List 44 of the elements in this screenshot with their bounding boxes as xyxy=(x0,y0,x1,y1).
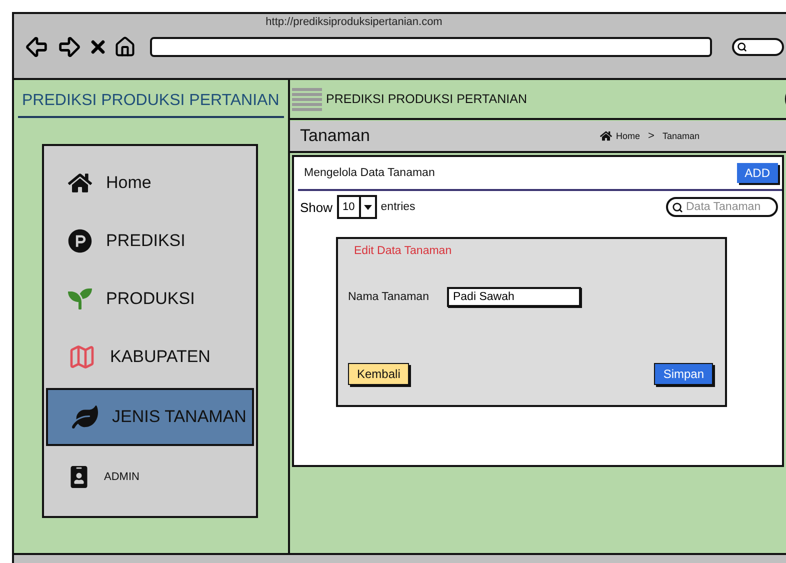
badge-icon xyxy=(68,466,90,488)
search-icon xyxy=(737,42,747,52)
field-label: Nama Tanaman xyxy=(348,291,429,303)
sidebar-item[interactable]: PRODUKSI xyxy=(44,270,256,328)
sidebar-item[interactable]: PREDIKSI xyxy=(44,212,256,270)
breadcrumb-link[interactable]: Home xyxy=(616,131,640,141)
breadcrumb-link[interactable]: Tanaman xyxy=(662,131,700,141)
sidebar-label: Home xyxy=(106,173,152,193)
url-text: http://prediksiproduksipertanian.com xyxy=(264,16,444,28)
input-field[interactable]: Padi Sawah xyxy=(446,287,581,307)
sidebar-item[interactable]: KABUPATEN xyxy=(44,328,256,386)
sidebar-label: PRODUKSI xyxy=(106,289,195,309)
dialog-title: Edit Data Tanaman xyxy=(354,245,453,257)
page-title: Tanaman xyxy=(300,126,371,146)
map-icon xyxy=(68,343,96,371)
breadcrumb-separator: > xyxy=(648,130,654,142)
sidebar-item[interactable]: ADMIN xyxy=(44,448,256,506)
home-icon[interactable] xyxy=(114,36,136,58)
panel-title: Mengelola Data Tanaman xyxy=(304,167,435,179)
home-icon xyxy=(600,130,612,142)
parking-icon xyxy=(68,229,92,253)
sidebar-label: PREDIKSI xyxy=(106,231,186,251)
leaf-icon xyxy=(72,404,98,430)
search-icon xyxy=(672,202,683,212)
home-icon xyxy=(68,171,92,195)
entries-label: entries xyxy=(380,201,416,213)
app-title: PREDIKSI PRODUKSI PERTANIAN xyxy=(18,80,284,118)
entries-select[interactable]: 10 xyxy=(336,195,377,219)
address-bar[interactable] xyxy=(150,37,712,57)
sidebar-label: ADMIN xyxy=(104,471,140,483)
sidebar-item[interactable]: Home xyxy=(44,154,256,212)
sidebar-item[interactable]: JENIS TANAMAN xyxy=(46,388,254,446)
sidebar-label: KABUPATEN xyxy=(110,347,210,367)
search-field[interactable] xyxy=(732,38,784,56)
header-title: PREDIKSI PRODUKSI PERTANIAN xyxy=(326,92,528,106)
add-button[interactable]: ADD xyxy=(736,163,778,183)
search-field[interactable]: Data Tanaman xyxy=(666,197,778,217)
back-button[interactable]: Kembali xyxy=(348,363,410,385)
save-button[interactable]: Simpan xyxy=(654,363,713,385)
plant-icon xyxy=(68,287,92,311)
show-label: Show xyxy=(300,200,333,214)
forward-icon[interactable] xyxy=(56,34,82,60)
back-icon[interactable] xyxy=(24,34,50,60)
sidebar-label: JENIS TANAMAN xyxy=(112,407,246,427)
